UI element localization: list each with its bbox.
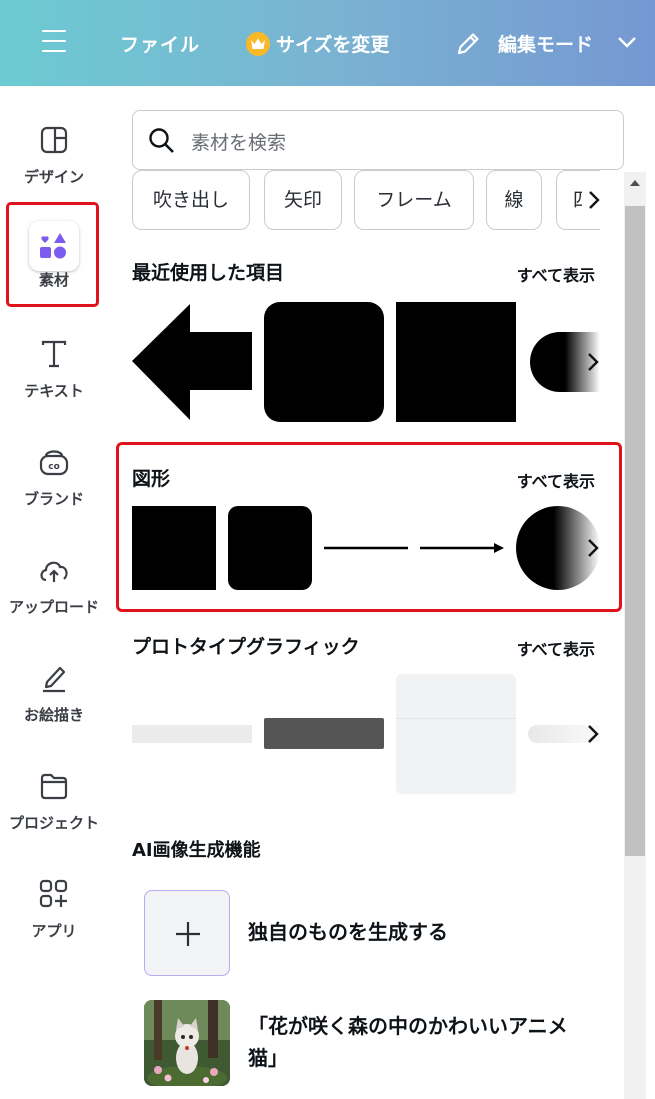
text-icon [41,340,67,368]
prototype-light-bar[interactable] [132,725,252,743]
category-chips: 吹き出し 矢印 フレーム 線 四 [132,170,600,232]
recent-square-shape [396,302,516,422]
top-bar: ファイル サイズを変更 編集モード [0,0,655,86]
sidebar-item-label: アプリ [31,922,77,940]
anime-cat-prompt-label[interactable]: 「花が咲く森の中のかわいいアニメ 猫」 [248,1010,568,1074]
sidebar-item-projects[interactable]: プロジェクト [0,768,108,858]
chip-arrow[interactable]: 矢印 [264,170,342,230]
chevron-right-icon [589,191,600,209]
sidebar-item-draw[interactable]: お絵描き [0,660,108,750]
sidebar-item-design[interactable]: デザイン [0,122,108,212]
edit-mode-button[interactable]: 編集モード [498,30,593,57]
prototype-dark-button[interactable] [264,718,384,749]
file-menu-button[interactable]: ファイル [120,30,200,57]
sidebar-item-apps[interactable]: アプリ [0,876,108,966]
generate-own-label[interactable]: 独自のものを生成する [248,916,448,948]
upload-icon [40,561,68,582]
chip-frame[interactable]: フレーム [354,170,474,230]
plus-icon [176,922,200,946]
design-icon [40,126,68,154]
section-title-prototype: プロトタイプグラフィック [132,636,360,658]
resize-button[interactable]: サイズを変更 [276,30,389,57]
apps-icon [39,879,68,908]
crown-icon [246,32,270,56]
search-input[interactable]: 素材を検索 [191,128,286,155]
highlight-box-elements [6,202,99,307]
chips-next-button[interactable] [582,186,606,214]
anime-cat-thumbnail[interactable] [144,1000,230,1086]
generate-own-card[interactable] [144,890,230,976]
see-all-prototype-link[interactable]: すべて表示 [517,636,595,660]
draw-icon [43,666,66,693]
section-title-ai: AI画像生成機能 [132,840,261,861]
search-box[interactable]: 素材を検索 [132,110,624,170]
anime-cat-prompt-line1: 「花が咲く森の中のかわいいアニメ [248,1014,568,1038]
sidebar-item-text[interactable]: テキスト [0,336,108,426]
folder-icon [40,773,68,800]
svg-text:co: co [48,462,60,472]
prototype-next-icon[interactable] [584,716,604,752]
scroll-up-arrow[interactable] [630,180,640,186]
sidebar-item-label: プロジェクト [8,814,99,832]
section-title-recent: 最近使用した項目 [132,262,285,284]
scrollbar[interactable] [624,172,646,1099]
sidebar-item-brand[interactable]: co ブランド [0,444,108,534]
sidebar-item-label: デザイン [23,168,84,186]
see-all-recent-link[interactable]: すべて表示 [517,262,595,286]
pencil-icon [457,33,479,55]
chevron-down-icon[interactable] [616,34,638,50]
prototype-card-divider [396,718,516,719]
sidebar-item-label: ブランド [23,490,84,508]
anime-cat-image [144,1000,230,1086]
sidebar-item-upload[interactable]: アップロード [0,552,108,642]
anime-cat-prompt-line2: 猫」 [248,1046,288,1070]
recent-items-row [132,302,600,422]
recent-rounded-square-shape [264,302,384,422]
scrollbar-thumb[interactable] [625,206,645,856]
chip-speech-bubble[interactable]: 吹き出し [132,170,250,230]
sidebar-item-label: お絵描き [23,706,84,724]
search-icon [149,128,174,153]
brand-icon: co [39,450,69,476]
recent-arrow-shape [132,304,252,420]
prototype-card[interactable] [396,674,516,794]
chip-line[interactable]: 線 [486,170,542,230]
sidebar-item-label: アップロード [8,598,99,616]
sidebar-item-label: テキスト [24,382,84,400]
hamburger-menu-icon[interactable] [42,30,66,52]
highlight-box-shapes [116,442,622,612]
recent-next-icon[interactable] [584,344,604,380]
